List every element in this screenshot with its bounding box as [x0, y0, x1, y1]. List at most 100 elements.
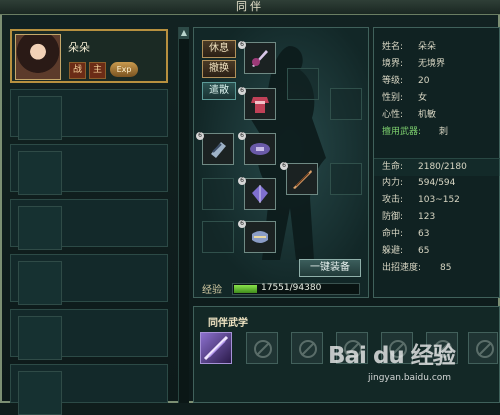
companion-slot-selected[interactable]: 朵朵 战 主 Exp	[10, 29, 168, 83]
stats-panel: 姓名: 朵朵境界: 无境界等级: 20 性别: 女心性: 机敏擅用武器: 刺生命: 2180/2…	[373, 27, 500, 298]
battle-tag: 战	[69, 62, 86, 79]
scroll-up-icon[interactable]: ▲	[179, 27, 189, 39]
companion-list: 朵朵 战 主 Exp	[10, 26, 178, 415]
companion-name: 朵朵	[68, 41, 90, 54]
equip-slot-empty[interactable]	[287, 68, 319, 100]
stat-label: 心性:	[382, 110, 404, 120]
companion-slot-empty[interactable]	[10, 89, 168, 140]
companion-slot-empty[interactable]	[10, 254, 168, 305]
stat-label: 等级:	[382, 76, 404, 86]
skill-slot-locked[interactable]	[291, 332, 323, 364]
stat-row: 性别: 女	[374, 90, 500, 107]
item-level-badge: 6	[238, 87, 246, 95]
equip-slot-empty[interactable]	[330, 163, 362, 195]
stat-value: 63	[418, 229, 430, 239]
stat-row: 躲避: 65	[374, 243, 500, 260]
stat-row: 命中: 63	[374, 226, 500, 243]
baidu-watermark: Bai du 经验 jingyan.baidu.com	[326, 336, 500, 396]
slot-placeholder	[18, 261, 62, 305]
stat-value: 朵朵	[418, 42, 437, 52]
stat-row: 心性: 机敏	[374, 107, 500, 124]
sash-icon	[250, 143, 270, 155]
stat-value: 65	[418, 246, 430, 256]
armor-icon	[251, 97, 269, 113]
stat-label: 性别:	[382, 93, 404, 103]
slot-placeholder	[18, 151, 62, 195]
watermark-logo: Bai du 经验	[328, 343, 456, 369]
item-level-badge: 6	[280, 162, 288, 170]
stat-label: 出招速度:	[382, 263, 422, 273]
equip-slot-weapon[interactable]: 6	[238, 41, 276, 74]
one-click-equip-button[interactable]: 一键装备	[299, 259, 361, 277]
stat-value: 刺	[439, 127, 449, 137]
window-title: 同伴	[236, 0, 264, 13]
stat-label: 境界:	[382, 59, 404, 69]
item-level-badge: 6	[238, 177, 246, 185]
stat-value: 机敏	[418, 110, 437, 120]
slot-placeholder	[18, 371, 62, 415]
equip-slot-boots[interactable]: 6	[238, 220, 276, 253]
skills-title: 同伴武学	[208, 318, 248, 329]
stat-row: 擅用武器: 刺	[374, 124, 500, 141]
bracer-icon	[211, 142, 226, 158]
stat-label: 擅用武器:	[382, 127, 422, 137]
skill-slot-active[interactable]	[200, 332, 232, 364]
stat-value: 2180/2180	[418, 162, 467, 172]
stat-value: 85	[440, 263, 452, 273]
stat-row: 内力: 594/594	[374, 175, 500, 192]
watermark-url: jingyan.baidu.com	[368, 373, 452, 383]
skill-purple-icon	[203, 335, 229, 361]
rest-button[interactable]: 休息	[202, 40, 236, 58]
equip-slot-armor[interactable]: 6	[238, 87, 276, 120]
equip-slot-bracer[interactable]: 6	[196, 132, 234, 165]
item-level-badge: 6	[196, 132, 204, 140]
gem-icon	[252, 185, 268, 203]
stat-label: 生命:	[382, 162, 404, 172]
exp-button[interactable]: Exp	[110, 62, 138, 77]
stat-row: 攻击: 103~152	[374, 192, 500, 209]
item-level-badge: 6	[238, 41, 246, 49]
stat-value: 103~152	[418, 195, 460, 205]
stat-value: 女	[418, 93, 428, 103]
companion-slot-empty[interactable]	[10, 144, 168, 195]
equip-slot-blade[interactable]: 6	[280, 162, 318, 195]
stat-row: 等级: 20	[374, 73, 500, 90]
equip-slot-empty[interactable]	[202, 178, 234, 210]
stat-label: 内力:	[382, 178, 404, 188]
list-scrollbar[interactable]: ▲	[178, 27, 189, 403]
skill-slot-locked[interactable]	[246, 332, 278, 364]
slot-placeholder	[18, 96, 62, 140]
item-level-badge: 6	[238, 220, 246, 228]
stat-value: 123	[418, 212, 436, 222]
main-tag: 主	[89, 62, 106, 79]
dismiss-button[interactable]: 遣散	[202, 82, 236, 100]
blade-icon	[293, 170, 312, 189]
equip-slot-gem[interactable]: 6	[238, 177, 276, 210]
exp-progress-bar: 17551/94380	[232, 283, 360, 295]
stat-label: 姓名:	[382, 42, 404, 52]
stat-label: 防御:	[382, 212, 404, 222]
slot-placeholder	[18, 206, 62, 250]
stat-label: 命中:	[382, 229, 404, 239]
locked-skill-icon	[299, 340, 317, 358]
equip-slot-sash[interactable]: 6	[238, 132, 276, 165]
slot-placeholder	[18, 316, 62, 360]
stat-label: 攻击:	[382, 195, 404, 205]
stat-value: 无境界	[418, 59, 446, 69]
companion-slot-empty[interactable]	[10, 364, 168, 415]
exp-progress-fill	[234, 285, 258, 293]
stat-value: 20	[418, 76, 430, 86]
exp-label: 经验	[202, 285, 222, 296]
boots-icon	[252, 231, 268, 243]
stat-row: 境界: 无境界	[374, 56, 500, 73]
exp-progress-text: 17551/94380	[261, 283, 322, 293]
weapon-dagger-icon	[252, 50, 268, 67]
withdraw-button[interactable]: 撤换	[202, 60, 236, 78]
stat-value: 594/594	[418, 178, 456, 188]
stat-label: 躲避:	[382, 246, 404, 256]
equipment-panel: 休息 撤换 遣散 6 6 6 6 6 6 6 一键装备 经验 17551/943…	[193, 27, 369, 298]
equip-slot-empty[interactable]	[202, 221, 234, 253]
companion-slot-empty[interactable]	[10, 309, 168, 360]
equip-slot-empty[interactable]	[330, 88, 362, 120]
companion-slot-empty[interactable]	[10, 199, 168, 250]
